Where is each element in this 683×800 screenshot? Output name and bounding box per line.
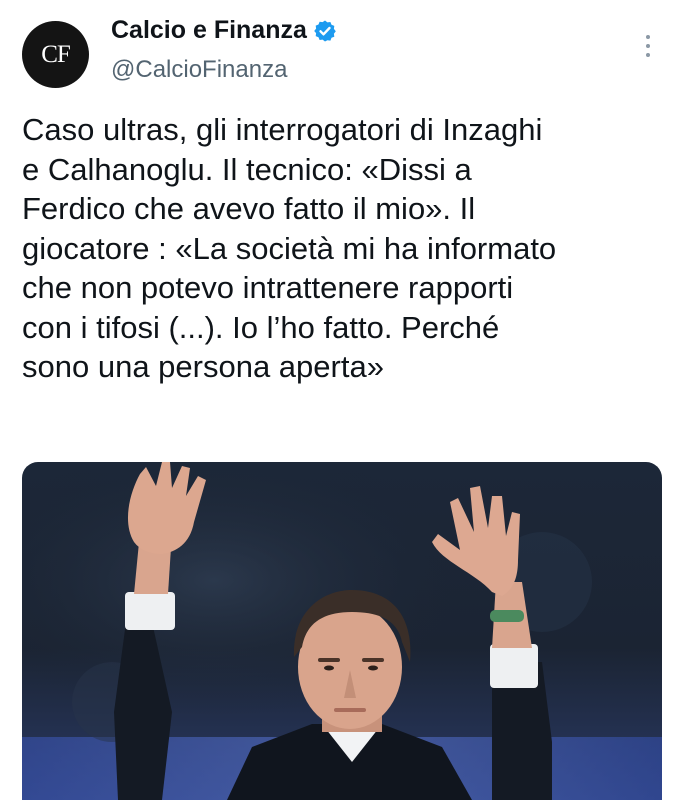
avatar[interactable]: CF <box>22 21 89 88</box>
coach-waving-photo <box>22 462 662 800</box>
tweet-text: Caso ultras, gli interrogatori di Inzagh… <box>22 112 557 384</box>
user-handle[interactable]: @CalcioFinanza <box>111 56 287 84</box>
tweet-header: CF Calcio e Finanza @CalcioFinanza <box>0 0 683 100</box>
more-vertical-icon[interactable] <box>641 35 655 57</box>
verified-badge-icon <box>313 19 337 43</box>
avatar-monogram: CF <box>41 40 71 68</box>
tweet-photo[interactable] <box>22 462 662 800</box>
display-name[interactable]: Calcio e Finanza <box>111 16 307 45</box>
name-row: Calcio e Finanza <box>111 16 337 45</box>
